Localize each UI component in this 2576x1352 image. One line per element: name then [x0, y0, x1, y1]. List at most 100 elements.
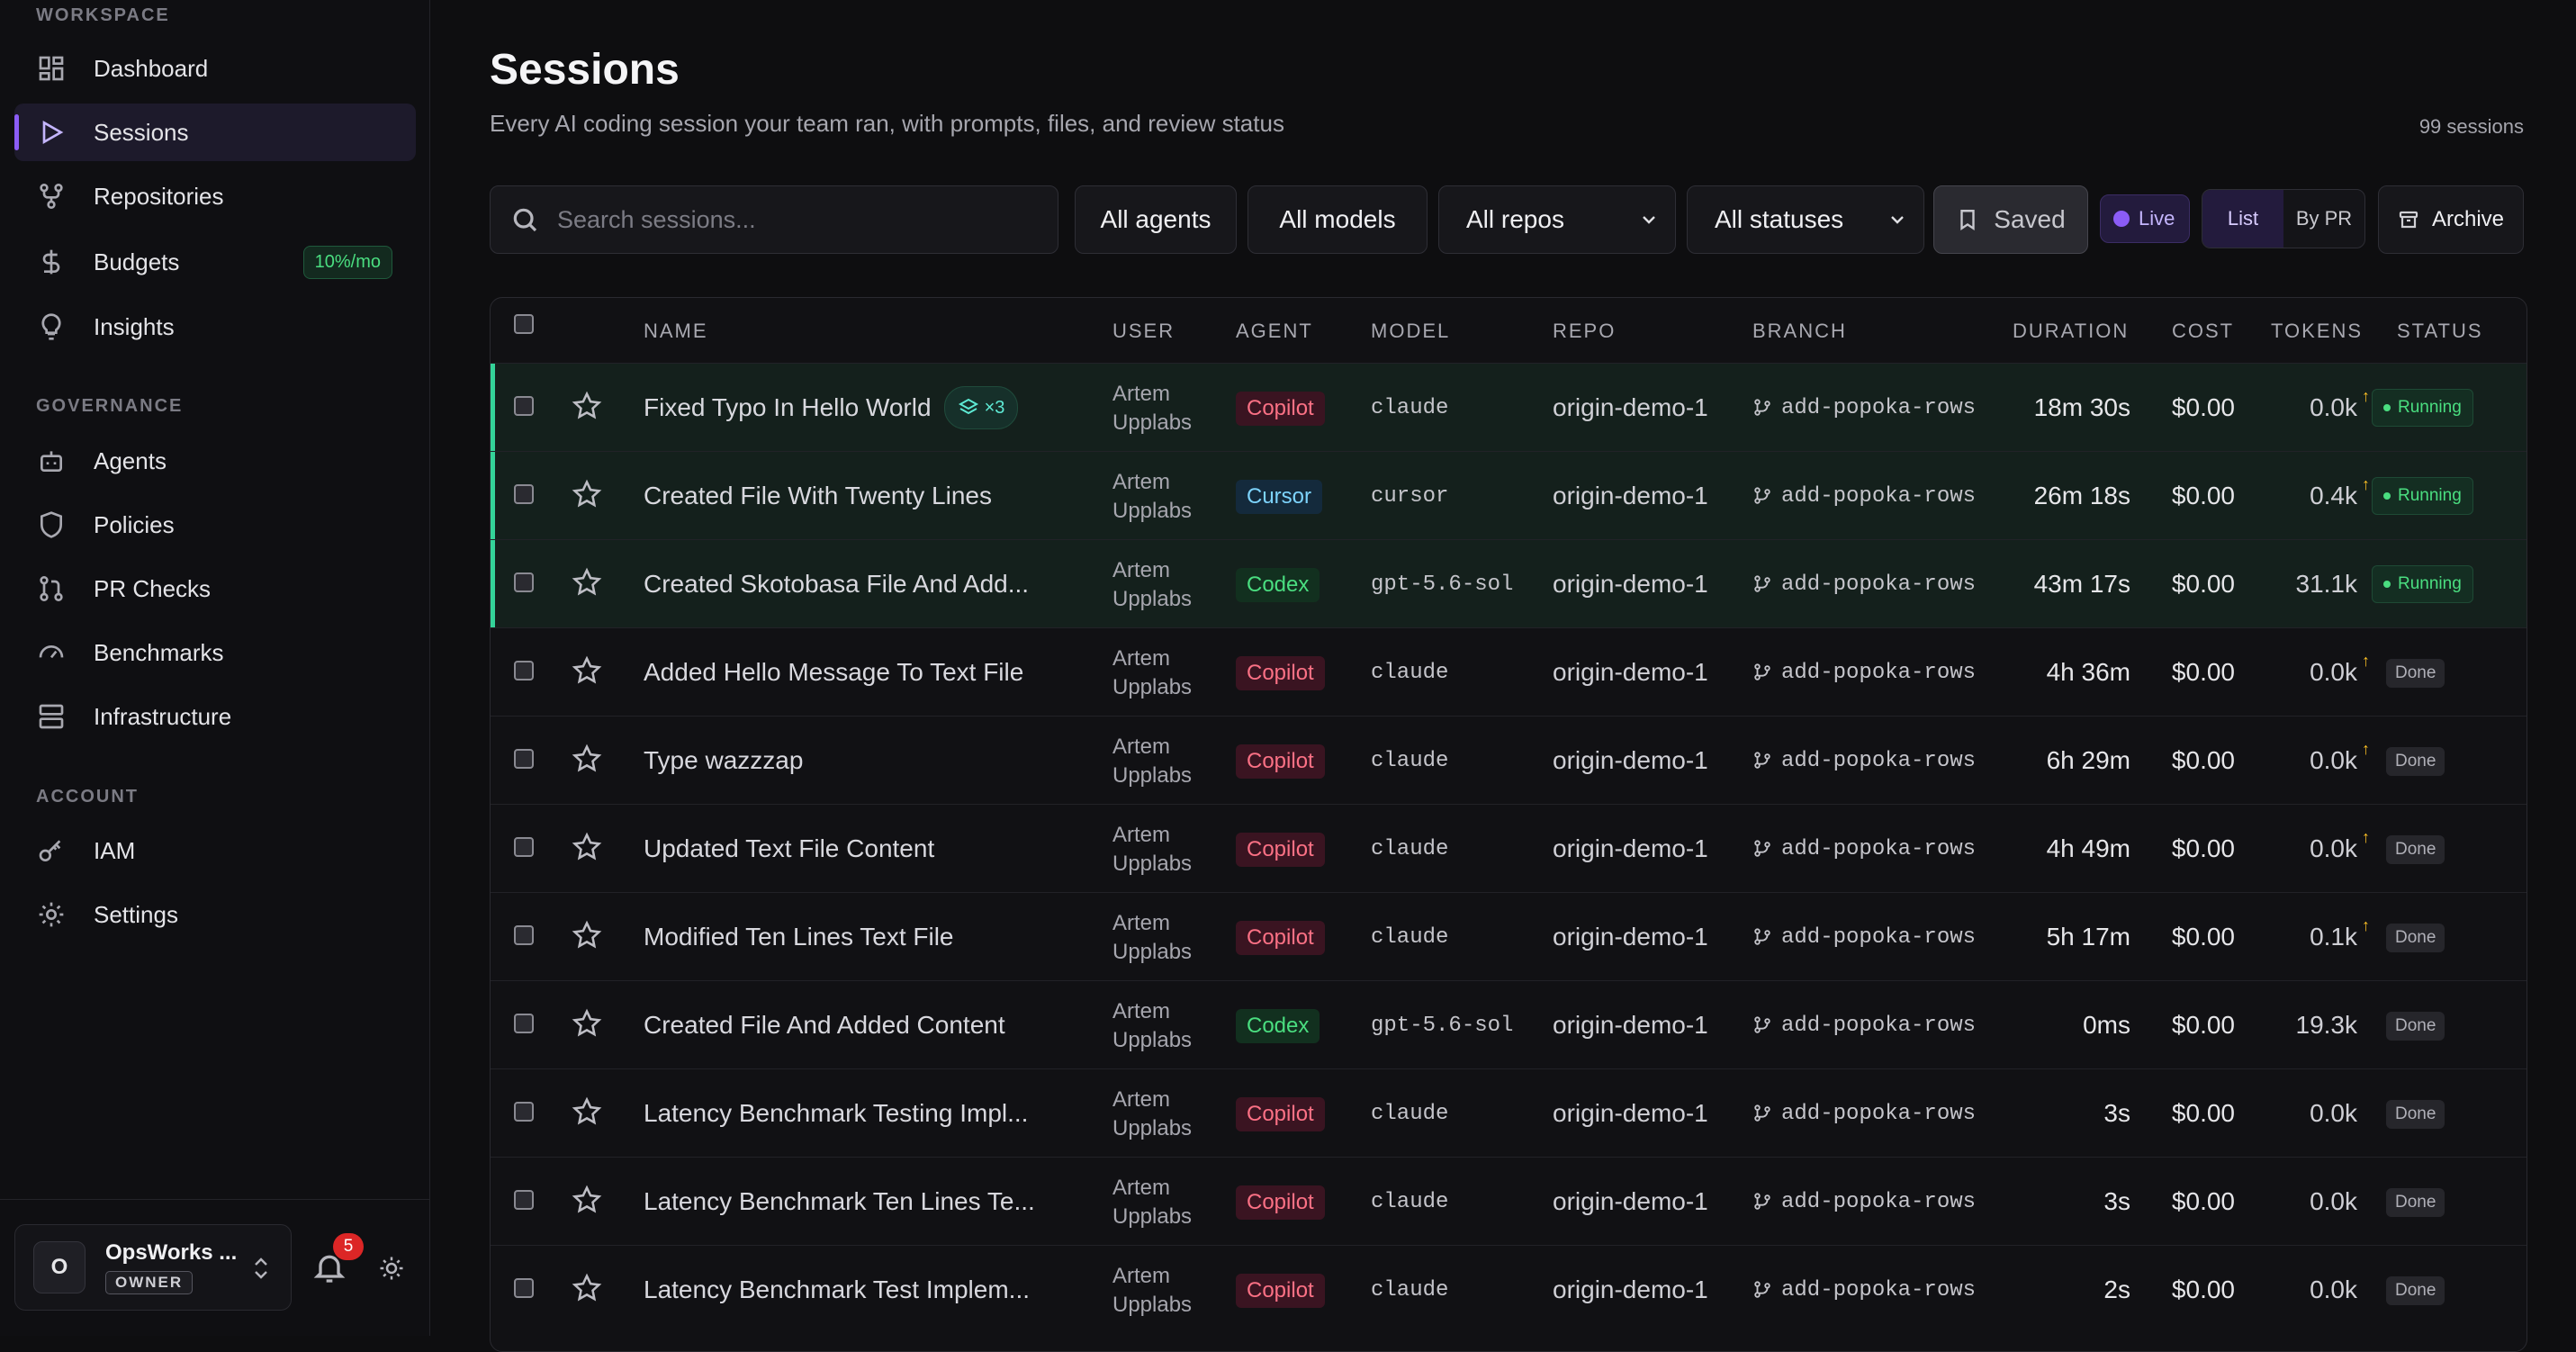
sidebar-item-iam[interactable]: IAM [14, 822, 416, 879]
session-name-cell[interactable]: Type wazzzap [644, 717, 803, 805]
theme-toggle-icon[interactable] [378, 1255, 405, 1282]
archive-button[interactable]: Archive [2378, 185, 2524, 254]
tokens-trend-up-icon: ↑ [2362, 740, 2370, 758]
star-icon[interactable] [572, 832, 602, 862]
star-icon[interactable] [572, 1008, 602, 1039]
session-name-cell[interactable]: Created Skotobasa File And Add... [644, 540, 1029, 628]
saved-button[interactable]: Saved [1933, 185, 2088, 254]
table-row[interactable]: Type wazzzap Artem Upplabs Copilot claude ori… [491, 716, 2526, 804]
budget-badge: 10%/mo [302, 246, 392, 279]
star-icon[interactable] [572, 479, 602, 509]
sidebar-item-policies[interactable]: Policies [14, 496, 416, 554]
session-name-cell[interactable]: Updated Text File Content [644, 805, 934, 893]
sidebar-item-repositories[interactable]: Repositories [14, 167, 416, 225]
session-name[interactable]: Created File And Added Content [644, 1011, 1005, 1040]
table-row[interactable]: Created File And Added Content Artem Uppla… [491, 980, 2526, 1068]
session-name[interactable]: Latency Benchmark Ten Lines Te... [644, 1187, 1035, 1216]
user-cell: Artem Upplabs [1112, 733, 1202, 790]
account-switcher[interactable]: O OpsWorks ... OWNER [14, 1224, 292, 1311]
session-name[interactable]: Latency Benchmark Testing Impl... [644, 1099, 1028, 1128]
star-icon[interactable] [572, 1273, 602, 1303]
search-input[interactable] [555, 204, 1045, 235]
row-checkbox[interactable] [514, 1014, 534, 1033]
view-list-button[interactable]: List [2202, 190, 2283, 248]
session-name[interactable]: Updated Text File Content [644, 834, 934, 863]
sidebar-item-agents[interactable]: Agents [14, 432, 416, 490]
table-row[interactable]: Modified Ten Lines Text File Artem Upplabs… [491, 892, 2526, 980]
session-name-cell[interactable]: Created File And Added Content [644, 981, 1005, 1069]
session-name[interactable]: Created Skotobasa File And Add... [644, 570, 1029, 599]
star-icon[interactable] [572, 1096, 602, 1127]
session-name-cell[interactable]: Latency Benchmark Ten Lines Te... [644, 1158, 1035, 1246]
star-icon[interactable] [572, 920, 602, 951]
sidebar-item-infrastructure[interactable]: Infrastructure [14, 688, 416, 745]
row-checkbox[interactable] [514, 837, 534, 857]
column-header-repo[interactable]: REPO [1553, 320, 1616, 343]
session-name[interactable]: Fixed Typo In Hello World [644, 393, 932, 422]
view-by-pr-button[interactable]: By PR [2283, 190, 2364, 248]
tokens-value: 0.0k [2310, 658, 2357, 686]
session-name-cell[interactable]: Latency Benchmark Testing Impl... [644, 1069, 1028, 1158]
sidebar-item-insights[interactable]: Insights [14, 298, 416, 356]
star-icon[interactable] [572, 1185, 602, 1215]
column-header-agent[interactable]: AGENT [1236, 320, 1313, 343]
row-checkbox[interactable] [514, 925, 534, 945]
live-label: Live [2139, 207, 2175, 230]
agents-filter-button[interactable]: All agents [1075, 185, 1237, 254]
row-checkbox[interactable] [514, 749, 534, 769]
table-row[interactable]: Created File With Twenty Lines Artem Uppla… [491, 451, 2526, 540]
session-name-cell[interactable]: Latency Benchmark Test Implem... [644, 1246, 1030, 1334]
models-filter-button[interactable]: All models [1247, 185, 1428, 254]
sidebar-item-sessions[interactable]: Sessions [14, 104, 416, 161]
table-row[interactable]: Fixed Typo In Hello World ×3 Artem Upplabs C… [491, 363, 2526, 452]
table-row[interactable]: Latency Benchmark Test Implem... Artem Upp… [491, 1245, 2526, 1333]
column-header-user[interactable]: USER [1112, 320, 1175, 343]
sidebar-item-dashboard[interactable]: Dashboard [14, 40, 416, 97]
column-header-branch[interactable]: BRANCH [1752, 320, 1847, 343]
select-all-checkbox[interactable] [514, 314, 534, 334]
row-checkbox[interactable] [514, 1190, 534, 1210]
column-header-name[interactable]: NAME [644, 320, 708, 343]
column-header-duration[interactable]: DURATION [2013, 320, 2129, 343]
row-checkbox[interactable] [514, 484, 534, 504]
column-header-model[interactable]: MODEL [1371, 320, 1450, 343]
session-name-cell[interactable]: Created File With Twenty Lines [644, 452, 992, 540]
star-icon[interactable] [572, 655, 602, 686]
session-name[interactable]: Type wazzzap [644, 746, 803, 775]
star-icon[interactable] [572, 567, 602, 598]
archive-icon [2399, 211, 2418, 229]
table-row[interactable]: Added Hello Message To Text File Artem Upp… [491, 627, 2526, 716]
row-checkbox[interactable] [514, 396, 534, 416]
table-row[interactable]: Latency Benchmark Testing Impl... Artem Up… [491, 1068, 2526, 1157]
table-row[interactable]: Latency Benchmark Ten Lines Te... Artem Up… [491, 1157, 2526, 1245]
session-name-cell[interactable]: Modified Ten Lines Text File [644, 893, 954, 981]
row-checkbox[interactable] [514, 572, 534, 592]
search-box[interactable] [490, 185, 1058, 254]
statuses-select[interactable]: All statuses [1687, 185, 1924, 254]
session-name[interactable]: Created File With Twenty Lines [644, 482, 992, 510]
branch-name: add-popoka-rows [1781, 1101, 1977, 1126]
session-name[interactable]: Latency Benchmark Test Implem... [644, 1275, 1030, 1304]
sidebar-item-settings[interactable]: Settings [14, 886, 416, 943]
sub-sessions-badge[interactable]: ×3 [943, 386, 1019, 429]
row-checkbox[interactable] [514, 1102, 534, 1122]
column-header-status[interactable]: STATUS [2397, 320, 2483, 343]
tokens-trend-up-icon: ↑ [2362, 828, 2370, 846]
column-header-cost[interactable]: COST [2172, 320, 2234, 343]
sidebar-item-benchmarks[interactable]: Benchmarks [14, 624, 416, 681]
table-row[interactable]: Created Skotobasa File And Add... Artem Up… [491, 539, 2526, 628]
star-icon[interactable] [572, 391, 602, 421]
column-header-tokens[interactable]: TOKENS [2271, 320, 2363, 343]
session-name-cell[interactable]: Fixed Typo In Hello World ×3 [644, 364, 1019, 452]
row-checkbox[interactable] [514, 661, 534, 681]
table-row[interactable]: Updated Text File Content Artem Upplabs Cop… [491, 804, 2526, 892]
repos-select[interactable]: All repos [1438, 185, 1676, 254]
session-name[interactable]: Modified Ten Lines Text File [644, 923, 954, 951]
sidebar-item-budgets[interactable]: Budgets 10%/mo [14, 233, 416, 291]
live-toggle[interactable]: Live [2100, 194, 2191, 243]
sidebar-item-pr-checks[interactable]: PR Checks [14, 560, 416, 617]
session-name[interactable]: Added Hello Message To Text File [644, 658, 1023, 687]
row-checkbox[interactable] [514, 1278, 534, 1298]
session-name-cell[interactable]: Added Hello Message To Text File [644, 628, 1023, 717]
star-icon[interactable] [572, 744, 602, 774]
